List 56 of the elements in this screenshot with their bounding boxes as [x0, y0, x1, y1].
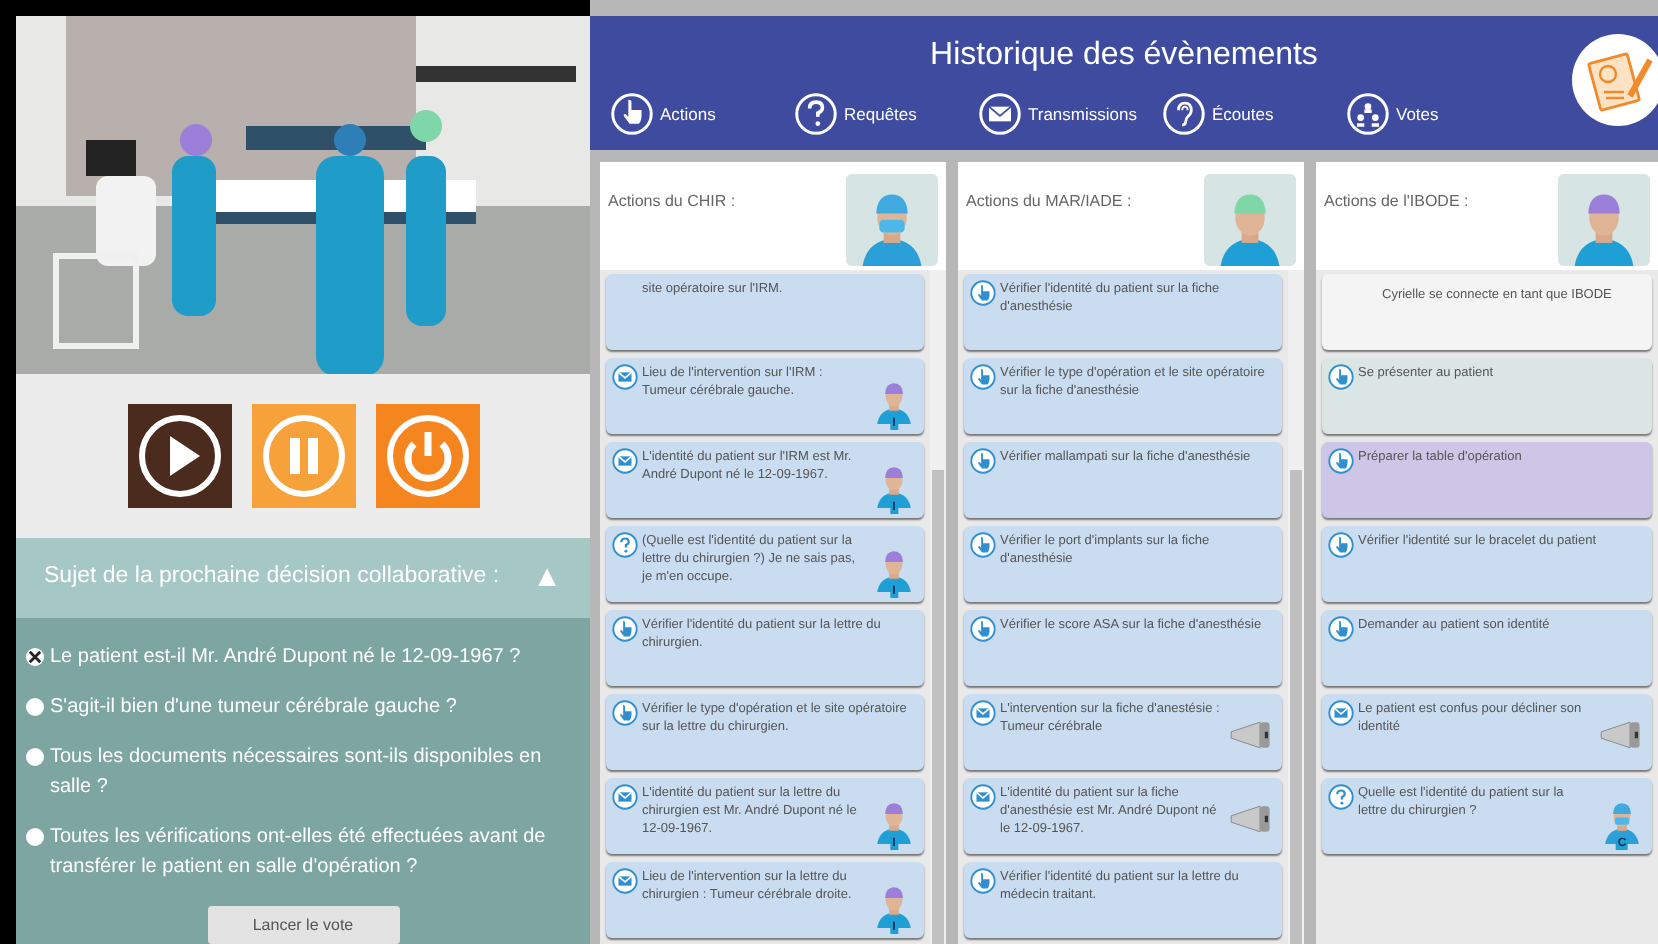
power-button[interactable] — [375, 404, 479, 509]
envelope-icon — [612, 448, 638, 474]
envelope-icon — [1328, 700, 1354, 726]
ear-icon — [1162, 92, 1206, 136]
hand-icon — [970, 868, 996, 894]
megaphone-icon — [1228, 802, 1276, 836]
scrollbar-thumb[interactable] — [1290, 470, 1302, 944]
history-filter-link[interactable]: Requêtes — [794, 92, 978, 136]
vote-button[interactable]: Lancer le vote — [207, 906, 399, 944]
decision-title: Sujet de la prochaine décision collaborative : — [44, 562, 500, 593]
checkbox[interactable] — [26, 648, 44, 667]
certificate-icon — [1570, 32, 1658, 128]
column-title: Actions du CHIR : — [608, 190, 736, 214]
history-filter-link[interactable]: Votes — [1346, 92, 1530, 136]
history-filter-link[interactable]: Écoutes — [1162, 92, 1346, 136]
hand-icon — [610, 92, 654, 136]
megaphone-icon — [1598, 718, 1646, 752]
envelope-icon — [978, 92, 1022, 136]
question-icon — [1328, 784, 1354, 810]
scrollbar[interactable] — [930, 270, 946, 944]
hand-icon — [970, 364, 996, 390]
history-filter-link[interactable]: Actions — [610, 92, 794, 136]
envelope-icon — [612, 364, 638, 390]
hand-icon — [1328, 448, 1354, 474]
checkbox[interactable] — [26, 748, 44, 767]
hand-icon — [970, 280, 996, 306]
envelope-icon — [612, 784, 638, 810]
hand-icon — [1328, 532, 1354, 558]
envelope-icon — [970, 700, 996, 726]
people-icon — [1346, 92, 1390, 136]
question-icon — [612, 532, 638, 558]
hand-icon — [612, 616, 638, 642]
play-button[interactable] — [127, 404, 231, 509]
history-title: Historique des évènements — [930, 36, 1318, 76]
checkbox[interactable] — [26, 828, 44, 847]
scrollbar-thumb[interactable] — [932, 470, 944, 944]
hand-icon — [970, 616, 996, 642]
megaphone-icon — [1228, 718, 1276, 752]
question-label: Toutes les vérifications ont-elles été effectuées avant de transférer le patient en salle d'opération ? — [50, 824, 548, 883]
envelope-icon — [970, 784, 996, 810]
history-filter-link[interactable]: Transmissions — [978, 92, 1162, 136]
hand-icon — [970, 532, 996, 558]
hand-icon — [1328, 364, 1354, 390]
scrollbar[interactable] — [1288, 270, 1304, 944]
checkbox[interactable] — [26, 698, 44, 717]
hand-icon — [612, 700, 638, 726]
hand-icon — [1328, 616, 1354, 642]
question-label: S'agit-il bien d'une tumeur cérébrale gauche ? — [50, 694, 457, 723]
question-icon — [794, 92, 838, 136]
question-label: Tous les documents nécessaires sont-ils disponibles en salle ? — [50, 744, 544, 803]
question-label: Le patient est-il Mr. André Dupont né le 12-09-1967 ? — [50, 644, 521, 673]
column-title: Actions du MAR/IADE : — [966, 190, 1132, 214]
envelope-icon — [612, 868, 638, 894]
hand-icon — [970, 448, 996, 474]
pause-button[interactable] — [251, 404, 355, 509]
column-title: Actions de l'IBODE : — [1324, 190, 1469, 214]
